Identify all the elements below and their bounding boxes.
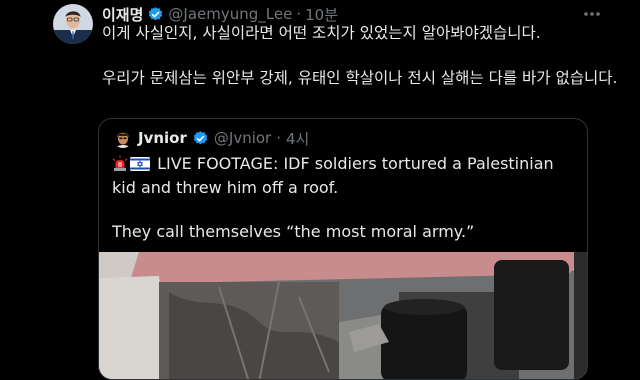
- video-frame: [99, 252, 587, 379]
- quoted-verified-badge-icon: [192, 130, 209, 147]
- quoted-tweet-text-content-1: LIVE FOOTAGE: IDF soldiers tortured a Pa…: [112, 154, 554, 197]
- quoted-tweet[interactable]: Jvnior @Jvnior · 4시 LIVE FOOTAGE: IDF so…: [98, 118, 588, 380]
- tweet-text-line-2: 우리가 문제삼는 위안부 강제, 유태인 학살이나 전시 살해는 다를 바가 없…: [102, 69, 618, 87]
- separator-dot: ·: [296, 5, 302, 23]
- more-horizontal-icon[interactable]: [580, 4, 604, 24]
- verified-badge-icon: [147, 6, 164, 23]
- quoted-author-avatar[interactable]: [113, 128, 133, 148]
- quoted-tweet-header: Jvnior @Jvnior · 4시: [113, 127, 309, 149]
- quoted-author-handle[interactable]: @Jvnior: [214, 129, 271, 147]
- quoted-tweet-text-line-2: They call themselves “the most moral arm…: [112, 222, 475, 241]
- tweet[interactable]: 이재명 @Jaemyung_Lee · 10분 이게 사실인지, 사실이라면 어…: [0, 0, 640, 380]
- tweet-text: 이게 사실인지, 사실이라면 어떤 조치가 있었는지 알아봐야겠습니다. 우리가…: [102, 22, 622, 90]
- author-handle[interactable]: @Jaemyung_Lee: [168, 5, 292, 23]
- video-thumbnail[interactable]: [99, 252, 587, 379]
- tweet-text-line-1: 이게 사실인지, 사실이라면 어떤 조치가 있었는지 알아봐야겠습니다.: [102, 24, 541, 42]
- avatar-photo: [53, 4, 93, 44]
- quoted-author-name[interactable]: Jvnior: [138, 129, 187, 147]
- siren-icon: [112, 155, 128, 177]
- author-avatar[interactable]: [53, 4, 93, 44]
- quoted-tweet-text: LIVE FOOTAGE: IDF soldiers tortured a Pa…: [112, 153, 582, 243]
- quoted-tweet-time[interactable]: 4시: [286, 128, 309, 149]
- quoted-separator-dot: ·: [276, 129, 281, 147]
- quoted-tweet-text-line-1: LIVE FOOTAGE: IDF soldiers tortured a Pa…: [112, 153, 582, 199]
- israel-flag-icon: [130, 155, 150, 177]
